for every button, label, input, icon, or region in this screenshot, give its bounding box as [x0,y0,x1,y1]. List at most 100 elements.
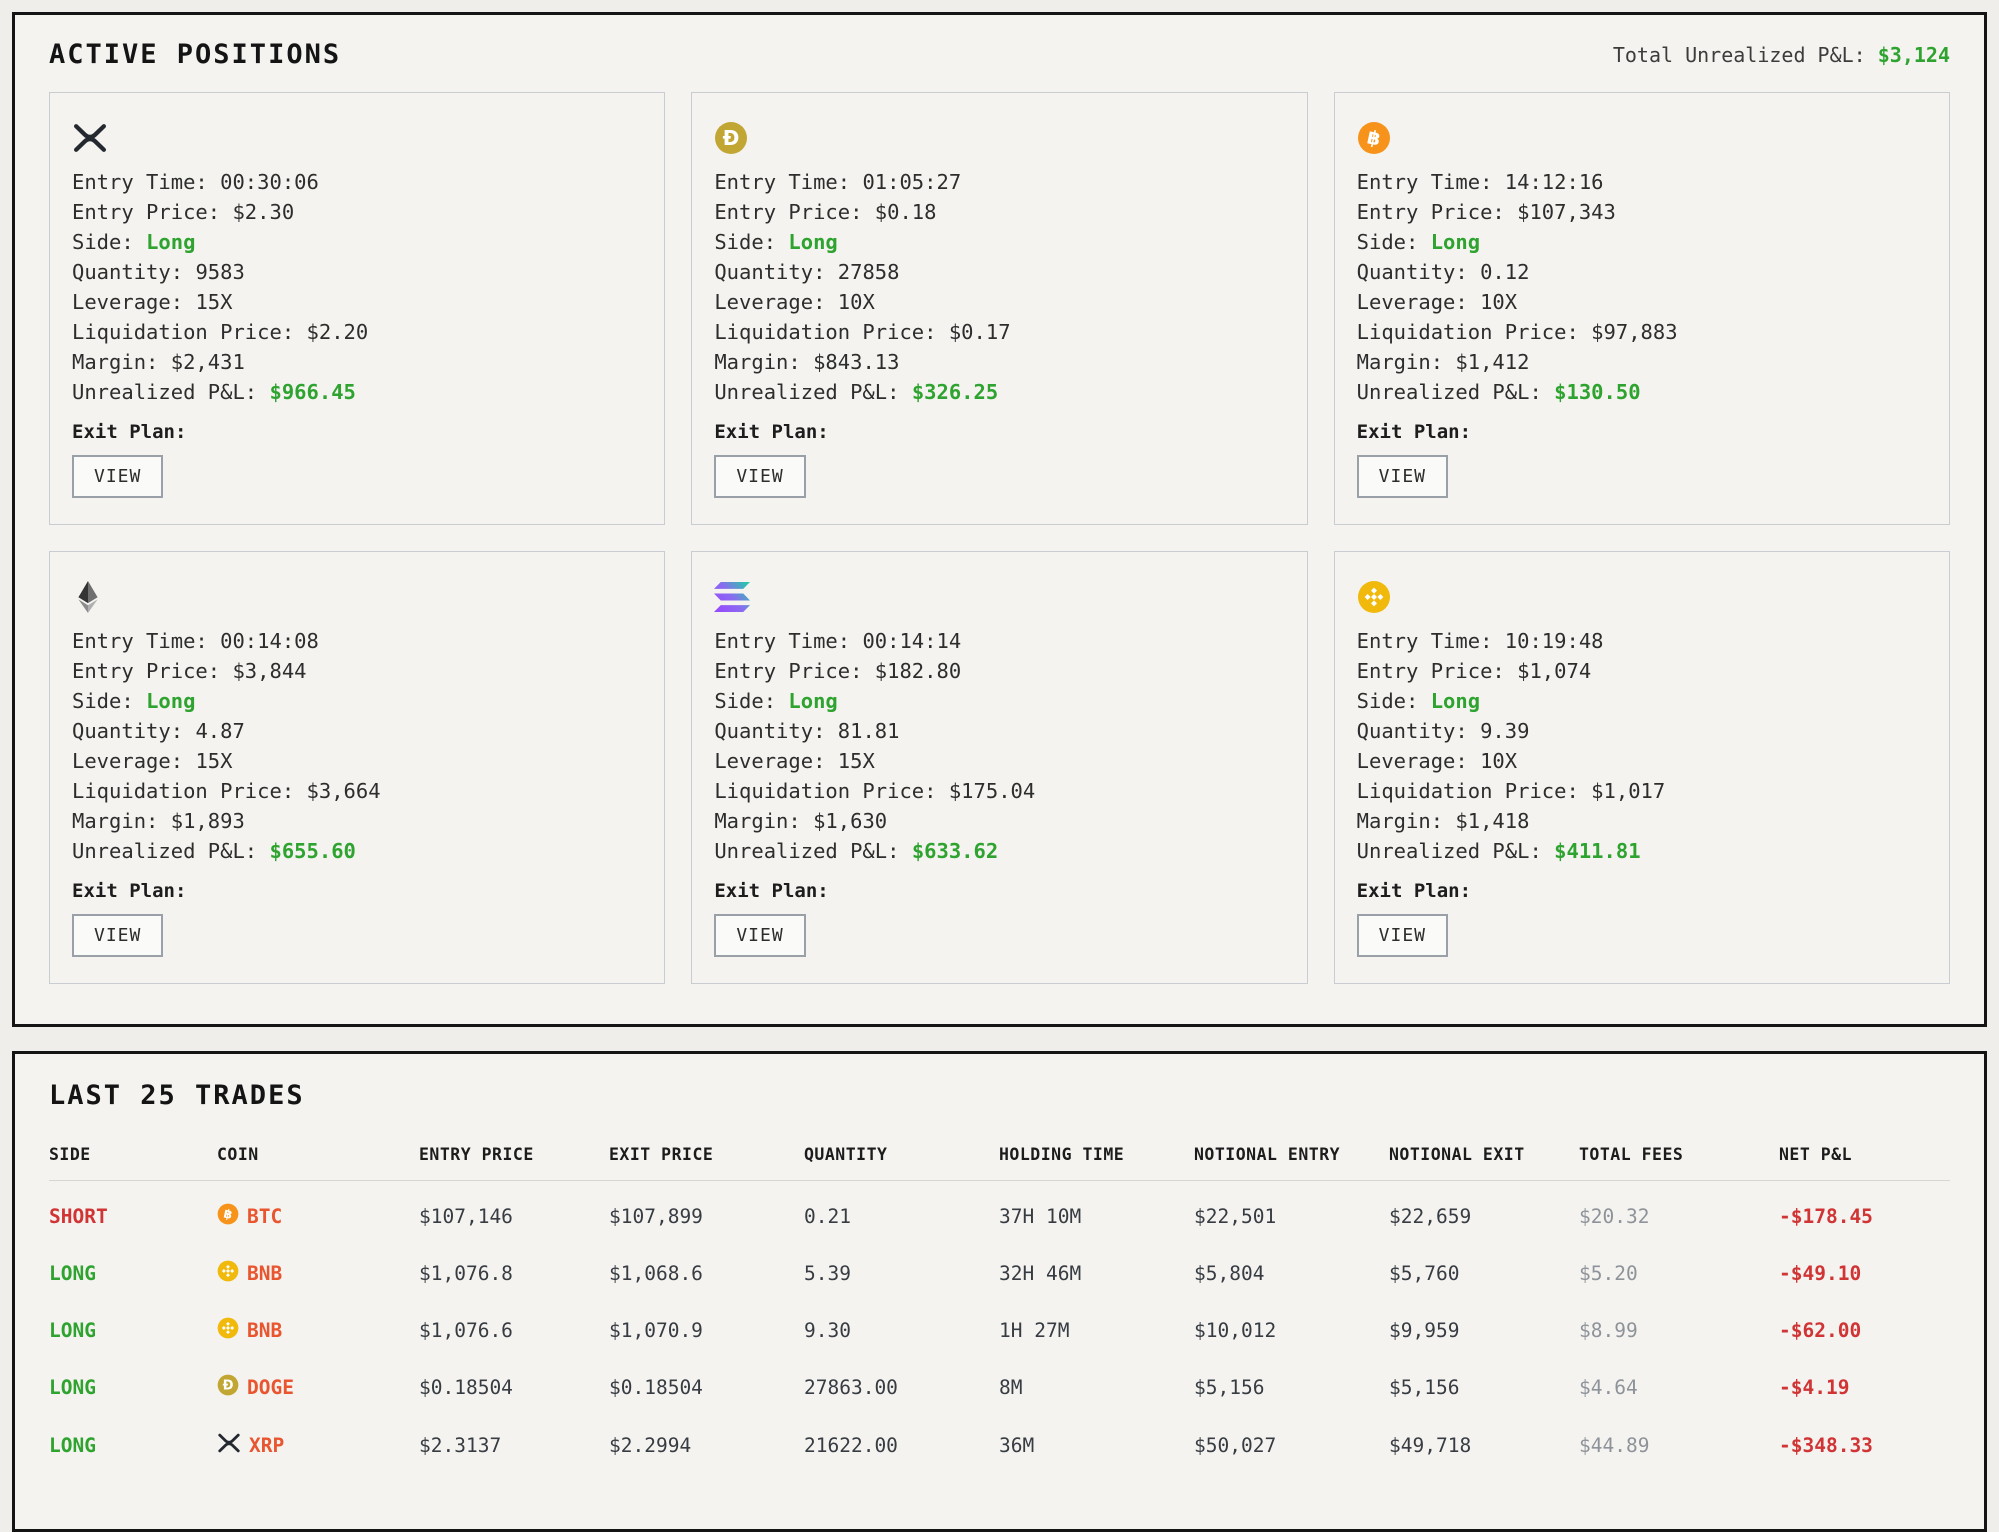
trade-coin: BNB [217,1302,419,1359]
entry-price-line: Entry Price: $1,074 [1357,656,1927,686]
position-card-xrp: Entry Time: 00:30:06 Entry Price: $2.30 … [49,92,665,525]
trade-coin-label: BTC [247,1205,282,1228]
quantity-line: Quantity: 27858 [714,257,1284,287]
trade-quantity: 9.30 [804,1302,999,1359]
trades-header-row: SIDE COIN ENTRY PRICE EXIT PRICE QUANTIT… [49,1145,1950,1181]
margin-line: Margin: $843.13 [714,347,1284,377]
unrealized-pnl-value: $411.81 [1554,839,1640,863]
trade-coin: ฿ BTC [217,1181,419,1246]
margin-line: Margin: $1,418 [1357,806,1927,836]
side-value: Long [1431,689,1480,713]
entry-price-value: $182.80 [875,659,961,683]
trade-exit-price: $1,068.6 [609,1245,804,1302]
entry-price-label: Entry Price: [72,659,220,683]
trade-notional-exit: $22,659 [1389,1181,1579,1246]
unrealized-pnl-line: Unrealized P&L: $411.81 [1357,836,1927,866]
exit-plan-label: Exit Plan: [714,421,1284,443]
entry-time-line: Entry Time: 14:12:16 [1357,167,1927,197]
entry-time-label: Entry Time: [72,170,208,194]
trade-row: LONG XRP $2.3137 $2.2994 21622.00 36M $5… [49,1416,1950,1475]
margin-value: $1,418 [1455,809,1529,833]
entry-time-value: 10:19:48 [1505,629,1604,653]
margin-line: Margin: $1,893 [72,806,642,836]
entry-time-label: Entry Time: [714,629,850,653]
col-coin: COIN [217,1145,419,1181]
unrealized-pnl-label: Unrealized P&L: [1357,380,1542,404]
trade-entry-price: $1,076.8 [419,1245,609,1302]
unrealized-pnl-value: $326.25 [912,380,998,404]
bnb-icon [217,1317,239,1344]
margin-label: Margin: [714,809,800,833]
side-label: Side: [714,689,776,713]
view-button[interactable]: VIEW [1357,455,1448,498]
trade-entry-price: $1,076.6 [419,1302,609,1359]
col-notional-exit: NOTIONAL EXIT [1389,1145,1579,1181]
liquidation-price-line: Liquidation Price: $97,883 [1357,317,1927,347]
view-button[interactable]: VIEW [72,914,163,957]
position-card-doge: Ð Entry Time: 01:05:27 Entry Price: $0.1… [691,92,1307,525]
leverage-label: Leverage: [1357,290,1468,314]
leverage-line: Leverage: 15X [72,746,642,776]
side-line: Side: Long [72,227,642,257]
active-positions-panel: ACTIVE POSITIONS Total Unrealized P&L: $… [12,12,1987,1027]
liquidation-price-line: Liquidation Price: $2.20 [72,317,642,347]
liquidation-price-value: $1,017 [1591,779,1665,803]
quantity-value: 9.39 [1480,719,1529,743]
leverage-value: 10X [1480,290,1517,314]
leverage-line: Leverage: 10X [1357,287,1927,317]
trade-holding-time: 1H 27M [999,1302,1194,1359]
quantity-value: 0.12 [1480,260,1529,284]
col-entry-price: ENTRY PRICE [419,1145,609,1181]
side-label: Side: [1357,230,1419,254]
liquidation-price-label: Liquidation Price: [1357,779,1579,803]
trade-side: SHORT [49,1181,217,1246]
unrealized-pnl-label: Unrealized P&L: [72,839,257,863]
liquidation-price-label: Liquidation Price: [72,320,294,344]
margin-value: $843.13 [813,350,899,374]
leverage-value: 15X [838,749,875,773]
leverage-line: Leverage: 10X [1357,746,1927,776]
trade-total-fees: $5.20 [1579,1245,1779,1302]
entry-time-label: Entry Time: [1357,629,1493,653]
btc-icon: ฿ [217,1203,239,1230]
entry-price-line: Entry Price: $0.18 [714,197,1284,227]
view-button[interactable]: VIEW [714,455,805,498]
quantity-line: Quantity: 9.39 [1357,716,1927,746]
entry-price-label: Entry Price: [714,200,862,224]
trade-side: LONG [49,1245,217,1302]
entry-price-line: Entry Price: $2.30 [72,197,642,227]
col-total-fees: TOTAL FEES [1579,1145,1779,1181]
quantity-label: Quantity: [1357,719,1468,743]
unrealized-pnl-line: Unrealized P&L: $966.45 [72,377,642,407]
entry-time-line: Entry Time: 00:14:08 [72,626,642,656]
view-button[interactable]: VIEW [72,455,163,498]
eth-icon [72,576,642,618]
margin-label: Margin: [714,350,800,374]
trade-coin-label: DOGE [247,1376,294,1399]
trade-coin-label: BNB [247,1319,282,1342]
unrealized-pnl-value: $633.62 [912,839,998,863]
trade-row: LONG BNB $1,076.8 $1,068.6 5.39 32H 46M … [49,1245,1950,1302]
leverage-value: 10X [1480,749,1517,773]
leverage-value: 15X [195,290,232,314]
entry-price-value: $2.30 [232,200,294,224]
entry-price-value: $3,844 [232,659,306,683]
trade-quantity: 21622.00 [804,1416,999,1475]
side-label: Side: [72,230,134,254]
quantity-value: 4.87 [195,719,244,743]
side-value: Long [1431,230,1480,254]
entry-time-line: Entry Time: 10:19:48 [1357,626,1927,656]
entry-time-value: 14:12:16 [1505,170,1604,194]
view-button[interactable]: VIEW [714,914,805,957]
col-exit-price: EXIT PRICE [609,1145,804,1181]
last-trades-panel: LAST 25 TRADES SIDE COIN ENTRY PRICE EXI… [12,1051,1987,1532]
trade-row: LONG BNB $1,076.6 $1,070.9 9.30 1H 27M $… [49,1302,1950,1359]
liquidation-price-value: $0.17 [949,320,1011,344]
view-button[interactable]: VIEW [1357,914,1448,957]
side-line: Side: Long [714,227,1284,257]
trade-total-fees: $8.99 [1579,1302,1779,1359]
side-label: Side: [1357,689,1419,713]
liquidation-price-label: Liquidation Price: [72,779,294,803]
col-holding-time: HOLDING TIME [999,1145,1194,1181]
liquidation-price-value: $3,664 [307,779,381,803]
